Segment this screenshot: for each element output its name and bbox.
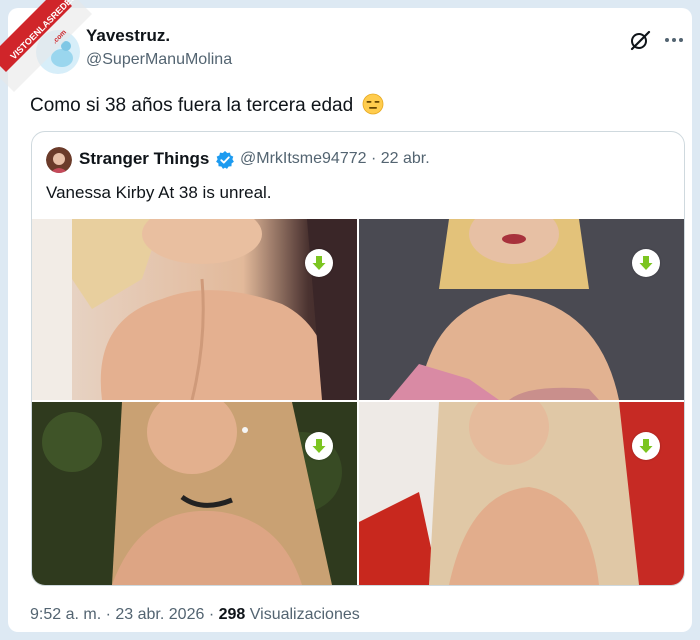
- media-photo-1[interactable]: [32, 219, 357, 400]
- quote-author-name[interactable]: Stranger Things: [79, 149, 209, 169]
- footer-separator-2: ·: [208, 606, 215, 623]
- views-label: Visualizaciones: [249, 606, 360, 623]
- watermark-logo: VISTOENLASREDES .com: [0, 0, 92, 92]
- media-grid: [32, 219, 684, 585]
- quote-separator: ·: [370, 150, 377, 167]
- tweet-footer: 9:52 a. m. · 23 abr. 2026 · 298 Visualiz…: [30, 606, 360, 624]
- tweet-text: Como si 38 años fuera la tercera edad: [30, 93, 384, 121]
- tweet-card: Yavestruz. @SuperManuMolina Como si 38 a…: [8, 8, 692, 632]
- footer-separator: ·: [105, 606, 111, 623]
- quote-text: Vanessa Kirby At 38 is unreal.: [46, 183, 272, 202]
- tweet-text-content: Como si 38 años fuera la tercera edad: [30, 95, 354, 116]
- author-handle[interactable]: @SuperManuMolina: [86, 51, 232, 69]
- grok-icon[interactable]: [628, 28, 652, 52]
- more-icon[interactable]: [662, 28, 686, 52]
- quote-handle: @MrkItsme94772: [240, 150, 367, 167]
- verified-badge-icon: [215, 150, 235, 170]
- quote-author-handle-date[interactable]: @MrkItsme94772 · 22 abr.: [240, 150, 430, 168]
- media-photo-2[interactable]: [359, 219, 684, 400]
- media-photo-3[interactable]: [32, 402, 357, 585]
- quoted-tweet[interactable]: Stranger Things @MrkItsme94772 · 22 abr.…: [31, 131, 685, 586]
- expressionless-face-emoji: [362, 93, 384, 121]
- tweet-date[interactable]: 23 abr. 2026: [115, 606, 204, 623]
- quote-author-avatar[interactable]: [46, 147, 72, 173]
- quote-date[interactable]: 22 abr.: [381, 150, 430, 167]
- tweet-time[interactable]: 9:52 a. m.: [30, 606, 101, 623]
- author-name[interactable]: Yavestruz.: [86, 26, 170, 46]
- views-count: 298: [218, 606, 246, 623]
- download-icon[interactable]: [632, 432, 660, 460]
- download-icon[interactable]: [305, 432, 333, 460]
- download-icon[interactable]: [305, 249, 333, 277]
- media-photo-4[interactable]: [359, 402, 684, 585]
- download-icon[interactable]: [632, 249, 660, 277]
